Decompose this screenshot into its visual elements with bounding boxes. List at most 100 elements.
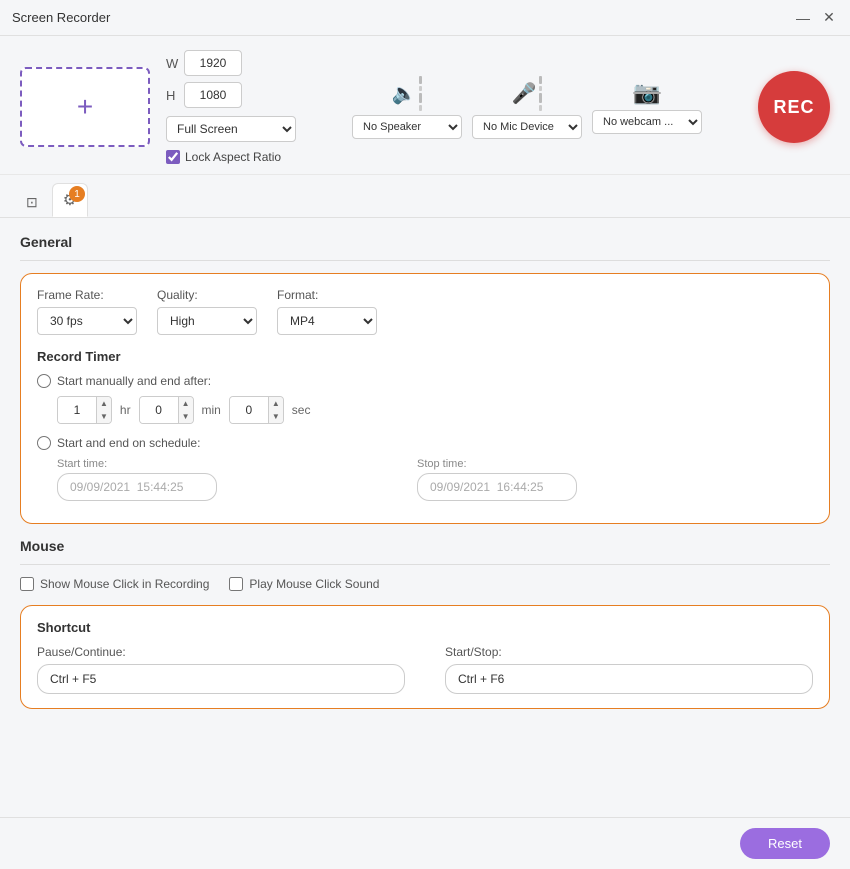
webcam-section: 📷 No webcam ... Default Webcam bbox=[592, 80, 702, 134]
minimize-button[interactable]: — bbox=[794, 9, 812, 27]
speaker-bar-1 bbox=[419, 76, 422, 84]
timer-option1-radio[interactable] bbox=[37, 374, 51, 388]
main-content: + W H Full Screen Custom Area Window bbox=[0, 36, 850, 869]
startstop-shortcut-label: Start/Stop: bbox=[445, 645, 813, 659]
speaker-select[interactable]: No Speaker Default Speaker bbox=[352, 115, 462, 139]
speaker-bar-3 bbox=[419, 93, 422, 103]
dimensions-inputs: W H bbox=[166, 50, 296, 108]
min-unit: min bbox=[202, 403, 221, 417]
mic-section: 🎤 No Mic Device Default Mic bbox=[472, 76, 582, 139]
general-divider bbox=[20, 260, 830, 261]
speaker-bar-2 bbox=[419, 86, 422, 91]
min-up-button[interactable]: ▲ bbox=[179, 397, 193, 410]
mic-icon-row: 🎤 bbox=[512, 76, 543, 111]
screen-selector[interactable]: + bbox=[20, 67, 150, 147]
close-button[interactable]: ✕ bbox=[820, 9, 838, 27]
sec-input[interactable] bbox=[230, 397, 268, 423]
reset-button[interactable]: Reset bbox=[740, 828, 830, 859]
show-click-checkbox[interactable] bbox=[20, 577, 34, 591]
quality-label: Quality: bbox=[157, 288, 257, 302]
schedule-times: Start time: Stop time: bbox=[57, 458, 813, 501]
tab-bar: ⊡ ⚙ 1 bbox=[0, 175, 850, 218]
min-input[interactable] bbox=[140, 397, 178, 423]
hr-spinner-btns: ▲ ▼ bbox=[96, 397, 111, 423]
tab-settings[interactable]: ⚙ 1 bbox=[52, 183, 88, 217]
sec-spinner-btns: ▲ ▼ bbox=[268, 397, 283, 423]
mic-bar-4 bbox=[539, 105, 542, 111]
timer-option1-row: Start manually and end after: bbox=[37, 374, 813, 388]
format-group: Format: MP4 AVI MOV FLV TS GIF bbox=[277, 288, 377, 335]
width-label: W bbox=[166, 56, 178, 71]
stop-time-group: Stop time: bbox=[417, 458, 577, 501]
format-select[interactable]: MP4 AVI MOV FLV TS GIF bbox=[277, 307, 377, 335]
frame-rate-select[interactable]: 15 fps 24 fps 30 fps 60 fps bbox=[37, 307, 137, 335]
startstop-shortcut-group: Start/Stop: bbox=[445, 645, 813, 694]
start-time-input[interactable] bbox=[57, 473, 217, 501]
schedule-section: Start and end on schedule: Start time: S… bbox=[37, 436, 813, 501]
mouse-checkbox-row: Show Mouse Click in Recording Play Mouse… bbox=[20, 577, 830, 591]
general-settings-card: Frame Rate: 15 fps 24 fps 30 fps 60 fps … bbox=[20, 273, 830, 524]
screen-dropdown-container: Full Screen Custom Area Window bbox=[166, 116, 296, 142]
height-input[interactable] bbox=[184, 82, 242, 108]
timer-option2-label: Start and end on schedule: bbox=[57, 436, 200, 450]
sec-up-button[interactable]: ▲ bbox=[269, 397, 283, 410]
play-click-item: Play Mouse Click Sound bbox=[229, 577, 379, 591]
min-spinner-btns: ▲ ▼ bbox=[178, 397, 193, 423]
top-toolbar: + W H Full Screen Custom Area Window bbox=[0, 36, 850, 175]
speaker-icon: 🔈 bbox=[392, 81, 417, 106]
play-click-checkbox[interactable] bbox=[229, 577, 243, 591]
title-bar: Screen Recorder — ✕ bbox=[0, 0, 850, 36]
rec-button[interactable]: REC bbox=[758, 71, 830, 143]
startstop-shortcut-input[interactable] bbox=[445, 664, 813, 694]
sec-unit: sec bbox=[292, 403, 311, 417]
lock-aspect-label: Lock Aspect Ratio bbox=[185, 150, 281, 164]
mic-select[interactable]: No Mic Device Default Mic bbox=[472, 115, 582, 139]
hr-unit: hr bbox=[120, 403, 131, 417]
webcam-icon-row: 📷 bbox=[633, 80, 660, 106]
record-timer-title: Record Timer bbox=[37, 349, 813, 364]
mouse-section-title: Mouse bbox=[20, 538, 830, 554]
min-down-button[interactable]: ▼ bbox=[179, 410, 193, 423]
sec-down-button[interactable]: ▼ bbox=[269, 410, 283, 423]
hr-up-button[interactable]: ▲ bbox=[97, 397, 111, 410]
tab-screen-icon: ⊡ bbox=[26, 194, 38, 211]
hr-spinner: ▲ ▼ bbox=[57, 396, 112, 424]
screen-select[interactable]: Full Screen Custom Area Window bbox=[166, 116, 296, 142]
title-bar-controls: — ✕ bbox=[794, 9, 838, 27]
height-label: H bbox=[166, 88, 178, 103]
time-input-row: ▲ ▼ hr ▲ ▼ min ▲ bbox=[57, 396, 813, 424]
general-section-title: General bbox=[20, 234, 830, 250]
tab-screen[interactable]: ⊡ bbox=[16, 188, 48, 217]
speaker-bars bbox=[419, 76, 422, 111]
play-click-label: Play Mouse Click Sound bbox=[249, 577, 379, 591]
pause-shortcut-input[interactable] bbox=[37, 664, 405, 694]
timer-option2-radio[interactable] bbox=[37, 436, 51, 450]
mic-icon: 🎤 bbox=[512, 81, 537, 106]
webcam-icon: 📷 bbox=[633, 80, 660, 106]
quality-group: Quality: Low Medium High Ultra bbox=[157, 288, 257, 335]
settings-badge: 1 bbox=[69, 186, 85, 202]
quality-select[interactable]: Low Medium High Ultra bbox=[157, 307, 257, 335]
frame-rate-group: Frame Rate: 15 fps 24 fps 30 fps 60 fps bbox=[37, 288, 137, 335]
speaker-icon-row: 🔈 bbox=[392, 76, 423, 111]
mouse-section: Mouse Show Mouse Click in Recording Play… bbox=[20, 538, 830, 591]
settings-row: Frame Rate: 15 fps 24 fps 30 fps 60 fps … bbox=[37, 288, 813, 335]
screen-selector-plus-icon: + bbox=[77, 93, 93, 121]
hr-input[interactable] bbox=[58, 397, 96, 423]
lock-aspect-checkbox[interactable] bbox=[166, 150, 180, 164]
pause-shortcut-label: Pause/Continue: bbox=[37, 645, 405, 659]
timer-option2-row: Start and end on schedule: bbox=[37, 436, 813, 450]
webcam-select[interactable]: No webcam ... Default Webcam bbox=[592, 110, 702, 134]
width-input[interactable] bbox=[184, 50, 242, 76]
sec-spinner: ▲ ▼ bbox=[229, 396, 284, 424]
min-spinner: ▲ ▼ bbox=[139, 396, 194, 424]
lock-aspect-row: Lock Aspect Ratio bbox=[166, 150, 296, 164]
mic-bar-3 bbox=[539, 93, 542, 103]
format-label: Format: bbox=[277, 288, 377, 302]
show-click-item: Show Mouse Click in Recording bbox=[20, 577, 209, 591]
av-controls: 🔈 No Speaker Default Speaker 🎤 bbox=[312, 76, 742, 139]
width-row: W bbox=[166, 50, 296, 76]
mic-bars bbox=[539, 76, 542, 111]
stop-time-input[interactable] bbox=[417, 473, 577, 501]
hr-down-button[interactable]: ▼ bbox=[97, 410, 111, 423]
